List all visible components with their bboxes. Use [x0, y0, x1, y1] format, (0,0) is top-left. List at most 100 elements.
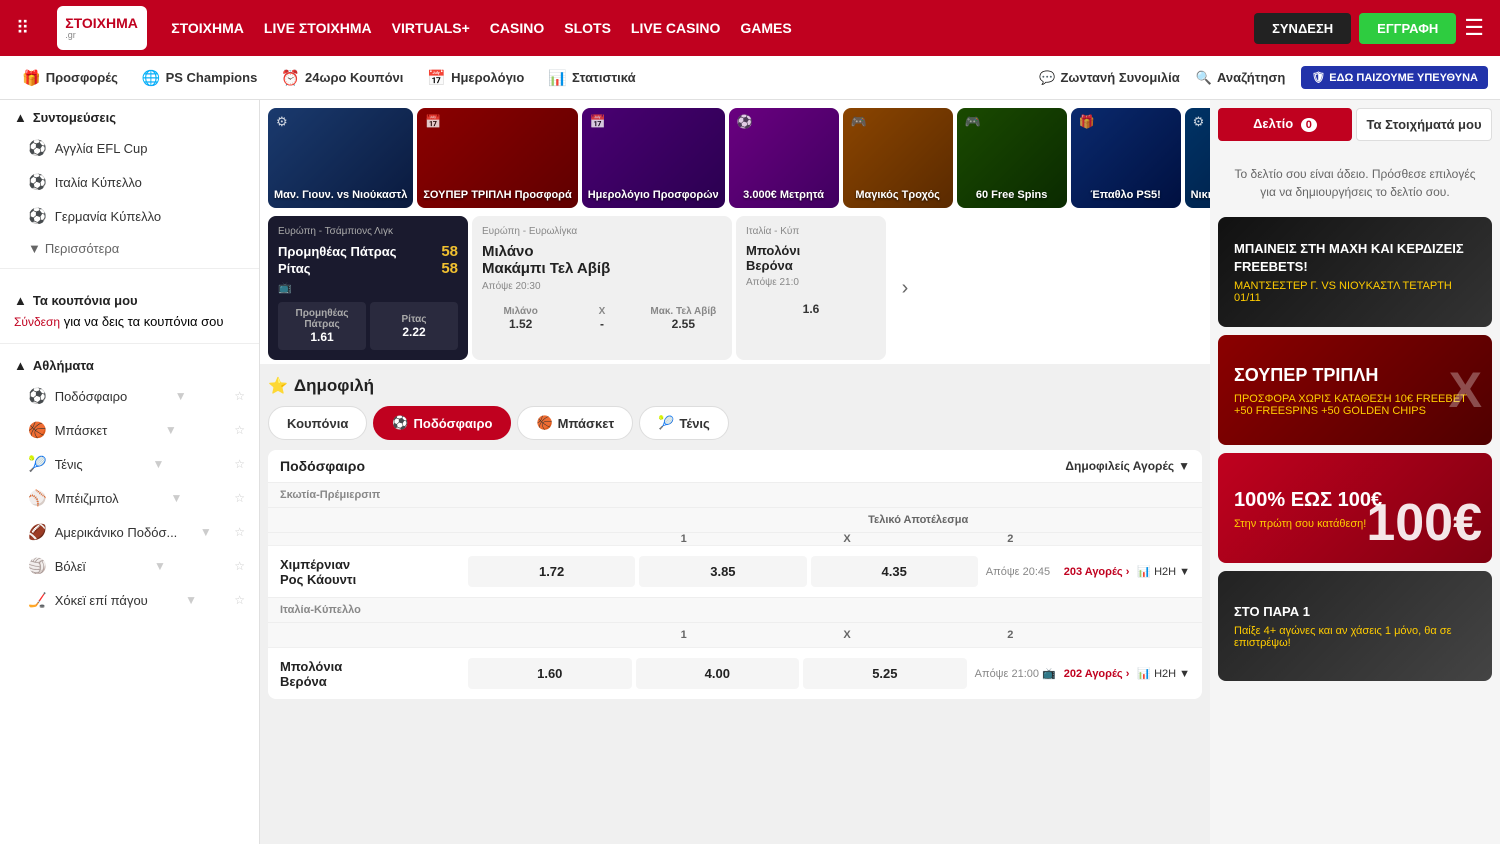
shortcuts-header[interactable]: ▲ Συντομεύσεις	[0, 100, 259, 131]
promo-card-1[interactable]: 📅 ΣΟΥΠΕΡ ΤΡΙΠΛΗ Προσφορά	[417, 108, 577, 208]
tv-icon: 📺	[1042, 668, 1056, 680]
sub-navigation: 🎁 Προσφορές 🌐 PS Champions ⏰ 24ωρο Κουπό…	[0, 56, 1500, 100]
subnav-ps-champions[interactable]: 🌐 PS Champions	[132, 63, 267, 93]
ad-text: ΣΟΥΠΕΡ ΤΡΙΠΛΗ	[1234, 363, 1476, 388]
sidebar-item-volleyball[interactable]: 🏐 Βόλεϊ ▼ ☆	[0, 549, 259, 583]
my-coupons-header[interactable]: ▲ Τα κουπόνια μου	[14, 283, 245, 314]
login-button[interactable]: ΣΥΝΔΕΣΗ	[1254, 13, 1351, 44]
sidebar-item-american-football[interactable]: 🏈 Αμερικάνικο Ποδόσ... ▼ ☆	[0, 515, 259, 549]
odd-btn-2[interactable]: Μακ. Τελ Αβίβ 2.55	[645, 300, 722, 337]
search-button[interactable]: 🔍 Αναζήτηση	[1196, 70, 1286, 86]
odd-btn-x[interactable]: X -	[563, 300, 640, 337]
ad-subtext: Παίξε 4+ αγώνες και αν χάσεις 1 μόνο, θα…	[1234, 625, 1476, 649]
score1: 58	[441, 243, 458, 260]
sidebar-item-germany-cup[interactable]: ⚽ Γερμανία Κύπελλο	[0, 199, 259, 233]
match-team1: Μπολόνι	[746, 243, 876, 258]
my-bets-tab[interactable]: Τα Στοιχήματά μου	[1356, 108, 1492, 141]
live-match-card-2[interactable]: Ιταλία - Κύπ Μπολόνι Βερόνα Απόψε 21:0 1…	[736, 216, 886, 360]
nav-virtuals[interactable]: VIRTUALS+	[392, 20, 470, 36]
matches-next-button[interactable]: ›	[890, 216, 920, 360]
tab-basketball[interactable]: 🏀 Μπάσκετ	[517, 406, 633, 440]
ad-text: ΣΤΟ ΠΑΡΑ 1	[1234, 603, 1476, 621]
odd-btn-1[interactable]: 1.6	[746, 296, 876, 322]
match-team2: Μακάμπι Τελ Αβίβ	[482, 260, 722, 277]
betslip-tab[interactable]: Δελτίο 0	[1218, 108, 1352, 141]
sidebar-item-england-efl[interactable]: ⚽ Αγγλία EFL Cup	[0, 131, 259, 165]
sidebar-item-hockey[interactable]: 🏒 Χόκεϊ επί πάγου ▼ ☆	[0, 583, 259, 617]
ad-banner-0[interactable]: ΜΠΑΙΝΕΙΣ ΣΤΗ ΜΑΧΗ ΚΑΙ ΚΕΡΔΙΖΕΙΣ FREEBETS…	[1218, 217, 1492, 327]
match-league: Ευρώπη - Ευρωλίγκα	[482, 226, 722, 237]
coupons-login-link[interactable]: Σύνδεση	[14, 315, 60, 329]
sidebar-item-baseball[interactable]: ⚾ Μπέιζμπολ ▼ ☆	[0, 481, 259, 515]
tab-soccer[interactable]: ⚽ Ποδόσφαιρο	[373, 406, 511, 440]
betslip-count-badge: 0	[1301, 118, 1317, 132]
subnav-calendar[interactable]: 📅 Ημερολόγιο	[417, 63, 534, 93]
markets-link[interactable]: 202 Αγορές ›	[1064, 668, 1130, 680]
promo-card-3[interactable]: ⚽ 3.000€ Μετρητά	[729, 108, 839, 208]
promo-card-0[interactable]: ⚙ Μαν. Γιουν. vs Νιούκαστλ	[268, 108, 413, 208]
logo-sub: .gr	[65, 30, 138, 40]
promo-card-6[interactable]: 🎁 Έπαθλο PS5!	[1071, 108, 1181, 208]
h2h-button[interactable]: 📊 H2H ▼	[1137, 667, 1190, 680]
chevron-right-icon: ›	[1126, 668, 1130, 680]
h2h-button[interactable]: 📊 H2H ▼	[1137, 565, 1190, 578]
market-col-x: X	[767, 629, 926, 641]
tab-coupons[interactable]: Κουπόνια	[268, 406, 367, 440]
hamburger-menu-button[interactable]: ☰	[1464, 15, 1484, 41]
odd-2-btn[interactable]: 5.25	[803, 658, 967, 689]
nav-games[interactable]: GAMES	[740, 20, 791, 36]
sports-header[interactable]: ▲ Αθλήματα	[0, 348, 259, 379]
match-team1: Μιλάνο	[482, 243, 722, 260]
ad-banner-3[interactable]: ΣΤΟ ΠΑΡΑ 1 Παίξε 4+ αγώνες και αν χάσεις…	[1218, 571, 1492, 681]
odd-btn-team2[interactable]: Ρίτας 2.22	[370, 302, 458, 350]
tab-tennis[interactable]: 🎾 Τένις	[639, 406, 729, 440]
nav-slots[interactable]: SLOTS	[564, 20, 611, 36]
sidebar-item-basketball[interactable]: 🏀 Μπάσκετ ▼ ☆	[0, 413, 259, 447]
market-col-2: 2	[931, 629, 1090, 641]
odd-x-btn[interactable]: 4.00	[636, 658, 800, 689]
sidebar-item-tennis[interactable]: 🎾 Τένις ▼ ☆	[0, 447, 259, 481]
soccer-icon: ⚽	[28, 207, 47, 225]
live-match-card-1[interactable]: Ευρώπη - Ευρωλίγκα Μιλάνο Μακάμπι Τελ Αβ…	[472, 216, 732, 360]
ad-banner-1[interactable]: ΣΟΥΠΕΡ ΤΡΙΠΛΗ ΠΡΟΣΦΟΡΑ ΧΩΡΙΣ ΚΑΤΑΘΕΣΗ 10…	[1218, 335, 1492, 445]
responsible-gaming-badge[interactable]: 🛡 ΕΔΩ ΠΑΙΖΟΥΜΕ ΥΠΕΥΘΥΝΑ	[1301, 66, 1488, 89]
more-shortcuts[interactable]: ▼ Περισσότερα	[0, 233, 259, 264]
odd-1-btn[interactable]: 1.72	[468, 556, 635, 587]
nav-casino[interactable]: CASINO	[490, 20, 544, 36]
match-time: Απόψε 21:00 📺	[975, 667, 1056, 680]
odd-1-btn[interactable]: 1.60	[468, 658, 632, 689]
popular-markets-button[interactable]: Δημοφιλείς Αγορές ▼	[1065, 459, 1190, 473]
promo-card-2[interactable]: 📅 Ημερολόγιο Προσφορών	[582, 108, 725, 208]
star-icon: ☆	[234, 559, 245, 573]
odd-btn-1[interactable]: Μιλάνο 1.52	[482, 300, 559, 337]
calendar-icon: 📅	[427, 69, 446, 87]
subnav-24hour[interactable]: ⏰ 24ωρο Κουπόνι	[271, 63, 413, 93]
sidebar-item-italy-cup[interactable]: ⚽ Ιταλία Κύπελλο	[0, 165, 259, 199]
sidebar-item-soccer[interactable]: ⚽ Ποδόσφαιρο ▼ ☆	[0, 379, 259, 413]
sidebar: ▲ Συντομεύσεις ⚽ Αγγλία EFL Cup ⚽ Ιταλία…	[0, 100, 260, 844]
star-icon: ☆	[234, 525, 245, 539]
promo-card-4[interactable]: 🎮 Μαγικός Τροχός	[843, 108, 953, 208]
register-button[interactable]: ΕΓΓΡΑΦΗ	[1359, 13, 1456, 44]
bet-odds-header: Τελικό Αποτέλεσμα	[268, 507, 1202, 532]
odd-x-btn[interactable]: 3.85	[639, 556, 806, 587]
ad-banner-2[interactable]: 100€ 100% ΕΩΣ 100€ Στην πρώτη σου κατάθε…	[1218, 453, 1492, 563]
subnav-prosfores[interactable]: 🎁 Προσφορές	[12, 63, 128, 93]
subnav-stats[interactable]: 📊 Στατιστικά	[538, 63, 645, 93]
chat-button[interactable]: 💬 Ζωντανή Συνομιλία	[1039, 70, 1180, 86]
promo-card-5[interactable]: 🎮 60 Free Spins	[957, 108, 1067, 208]
divider	[0, 343, 259, 344]
live-match-card-0[interactable]: Ευρώπη - Τσάμπιονς Λιγκ Προμηθέας Πάτρας…	[268, 216, 468, 360]
subnav-right: 💬 Ζωντανή Συνομιλία 🔍 Αναζήτηση 🛡 ΕΔΩ ΠΑ…	[1039, 66, 1488, 89]
grid-icon[interactable]: ⠿	[16, 18, 29, 39]
nav-live[interactable]: LIVE ΣΤΟΙΧΗΜΑ	[264, 20, 372, 36]
markets-link[interactable]: 203 Αγορές ›	[1064, 566, 1130, 578]
logo[interactable]: ΣΤΟΙΧΗΜΑ .gr	[57, 6, 147, 50]
nav-stoixima[interactable]: ΣΤΟΙΧΗΜΑ	[171, 20, 244, 36]
odd-btn-team1[interactable]: Προμηθέας Πάτρας 1.61	[278, 302, 366, 350]
odd-2-btn[interactable]: 4.35	[811, 556, 978, 587]
logo-text: ΣΤΟΙΧΗΜΑ	[65, 16, 138, 30]
market-label: Τελικό Αποτέλεσμα	[646, 514, 1190, 526]
promo-card-7[interactable]: ⚙ Νικητής Εβδομάδας	[1185, 108, 1210, 208]
nav-livecasino[interactable]: LIVE CASINO	[631, 20, 720, 36]
